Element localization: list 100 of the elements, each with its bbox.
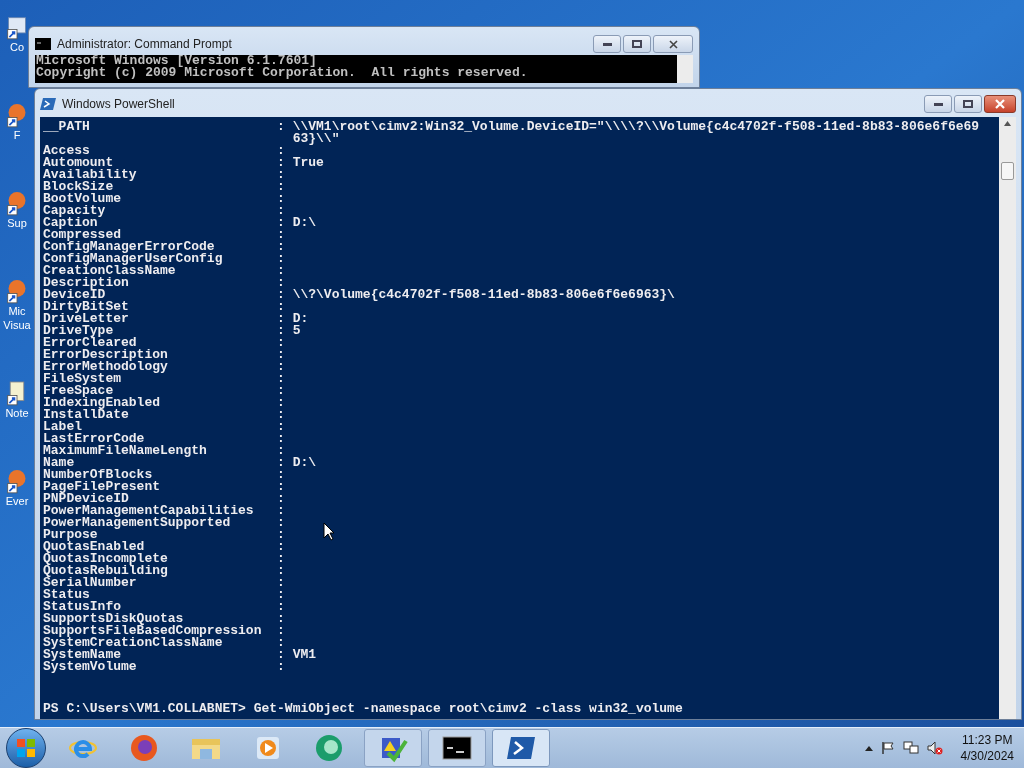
network-icon[interactable] bbox=[902, 741, 919, 755]
windows-logo-icon bbox=[16, 738, 36, 758]
close-button[interactable] bbox=[984, 95, 1016, 113]
colon-separator: : bbox=[277, 229, 286, 241]
window-title: Windows PowerShell bbox=[62, 96, 175, 113]
desktop-shortcut-icon[interactable] bbox=[6, 190, 28, 216]
minimize-button[interactable] bbox=[924, 95, 952, 113]
maximize-button[interactable] bbox=[954, 95, 982, 113]
property-name: PowerManagementCapabilities bbox=[43, 505, 255, 517]
colon-separator: : bbox=[277, 301, 286, 313]
colon-separator: : bbox=[277, 325, 286, 337]
scroll-thumb[interactable] bbox=[1001, 162, 1014, 180]
desktop-icon-label: Visua bbox=[3, 318, 31, 332]
taskbar-app-button[interactable] bbox=[428, 729, 486, 767]
desktop-icon-label: Sup bbox=[7, 216, 27, 230]
property-name: LastErrorCode bbox=[43, 433, 145, 445]
colon-separator: : bbox=[277, 505, 286, 517]
colon-separator: : bbox=[277, 277, 286, 289]
desktop-shortcut-icon[interactable] bbox=[6, 14, 28, 40]
desktop-icon-label: Ever bbox=[5, 494, 29, 508]
scroll-up-arrow-icon[interactable] bbox=[1004, 121, 1011, 126]
property-name: CreationClassName bbox=[43, 265, 176, 277]
colon-separator: : bbox=[277, 481, 286, 493]
colon-separator: : bbox=[277, 145, 286, 157]
speaker-muted-icon[interactable] bbox=[926, 741, 943, 755]
powershell-icon bbox=[40, 97, 56, 111]
property-name: ConfigManagerUserConfig bbox=[43, 253, 224, 265]
property-name: PNPDeviceID bbox=[43, 493, 129, 505]
property-name: Availability bbox=[43, 169, 138, 181]
colon-separator: : bbox=[277, 493, 286, 505]
colon-separator: : bbox=[277, 445, 286, 457]
property-name: SystemName bbox=[43, 649, 121, 661]
property-name: StatusInfo bbox=[43, 601, 121, 613]
desktop-shortcut-icon[interactable] bbox=[6, 278, 28, 304]
console-line: Copyright (c) 2009 Microsoft Corporation. All rights reserved. bbox=[36, 67, 528, 79]
desktop-shortcut-icon[interactable] bbox=[6, 102, 28, 128]
command-prompt-line: PS C:\Users\VM1.COLLABNET> Get-WmiObject -namespace root\cimv2 -class win32_volume bbox=[43, 701, 683, 716]
show-hidden-icons-caret[interactable] bbox=[864, 745, 873, 751]
powershell-icon[interactable] bbox=[506, 735, 536, 761]
property-name: Caption bbox=[43, 217, 98, 229]
colon-separator: : bbox=[277, 289, 286, 301]
colon-separator: : bbox=[277, 397, 286, 409]
colon-separator: : bbox=[277, 541, 286, 553]
property-name: PowerManagementSupported bbox=[43, 517, 231, 529]
colon-separator: : bbox=[277, 565, 286, 577]
property-value: 5 bbox=[292, 325, 302, 337]
clock[interactable]: 11:23 PM 4/30/2024 bbox=[960, 732, 1014, 764]
property-name: Access bbox=[43, 145, 90, 157]
colon-separator: : bbox=[277, 361, 286, 373]
property-value: True bbox=[292, 157, 325, 169]
property-name: Automount bbox=[43, 157, 114, 169]
desktop-shortcut-icon[interactable] bbox=[6, 468, 28, 494]
colon-separator: : bbox=[277, 313, 286, 325]
property-name: ErrorDescription bbox=[43, 349, 169, 361]
scrollbar[interactable] bbox=[999, 117, 1016, 719]
colon-separator: : bbox=[277, 193, 286, 205]
colon-separator: : bbox=[277, 577, 286, 589]
colon-separator: : bbox=[277, 373, 286, 385]
colon-separator: : bbox=[277, 205, 286, 217]
property-name: InstallDate bbox=[43, 409, 129, 421]
property-name: PageFilePresent bbox=[43, 481, 162, 493]
colon-separator: : bbox=[277, 121, 286, 136]
property-name: DriveType bbox=[43, 325, 114, 337]
desktop-icon-label: Mic bbox=[8, 304, 26, 318]
colon-separator: : bbox=[277, 169, 286, 181]
colon-separator: : bbox=[277, 457, 286, 469]
colon-separator: : bbox=[277, 625, 286, 637]
colon-separator: : bbox=[277, 253, 286, 265]
colon-separator: : bbox=[277, 517, 286, 529]
scrollbar[interactable] bbox=[677, 55, 693, 83]
property-name: Capacity bbox=[43, 205, 107, 217]
property-value: D:\ bbox=[292, 457, 318, 469]
property-name: SystemVolume bbox=[43, 661, 138, 673]
colon-separator: : bbox=[277, 349, 286, 361]
property-name: DriveLetter bbox=[43, 313, 130, 325]
colon-separator: : bbox=[277, 241, 286, 253]
maximize-button[interactable] bbox=[623, 35, 651, 53]
desktop-icon-label: F bbox=[13, 128, 21, 142]
colon-separator: : bbox=[277, 529, 286, 541]
colon-separator: : bbox=[277, 409, 286, 421]
property-name: SystemCreationClassName bbox=[43, 637, 223, 649]
colon-separator: : bbox=[277, 601, 286, 613]
property-name: FileSystem bbox=[43, 373, 121, 385]
command-prompt-icon[interactable] bbox=[442, 736, 472, 760]
start-button[interactable] bbox=[6, 728, 46, 768]
property-name: NumberOfBlocks bbox=[43, 469, 153, 481]
minimize-button[interactable] bbox=[593, 35, 621, 53]
property-value: VM1 bbox=[292, 649, 318, 661]
colon-separator: : bbox=[277, 337, 286, 349]
colon-separator: : bbox=[277, 661, 286, 673]
property-name: QuotasIncomplete bbox=[43, 553, 169, 565]
property-name: __PATH bbox=[43, 121, 91, 136]
property-name: Purpose bbox=[43, 529, 98, 541]
property-name: Name bbox=[43, 457, 75, 469]
property-name: ConfigManagerErrorCode bbox=[43, 241, 215, 253]
close-button[interactable] bbox=[653, 35, 693, 53]
clock-time: 11:23 PM bbox=[962, 732, 1013, 748]
colon-separator: : bbox=[277, 181, 286, 193]
property-name: IndexingEnabled bbox=[43, 397, 162, 409]
flag-icon[interactable] bbox=[880, 741, 895, 755]
